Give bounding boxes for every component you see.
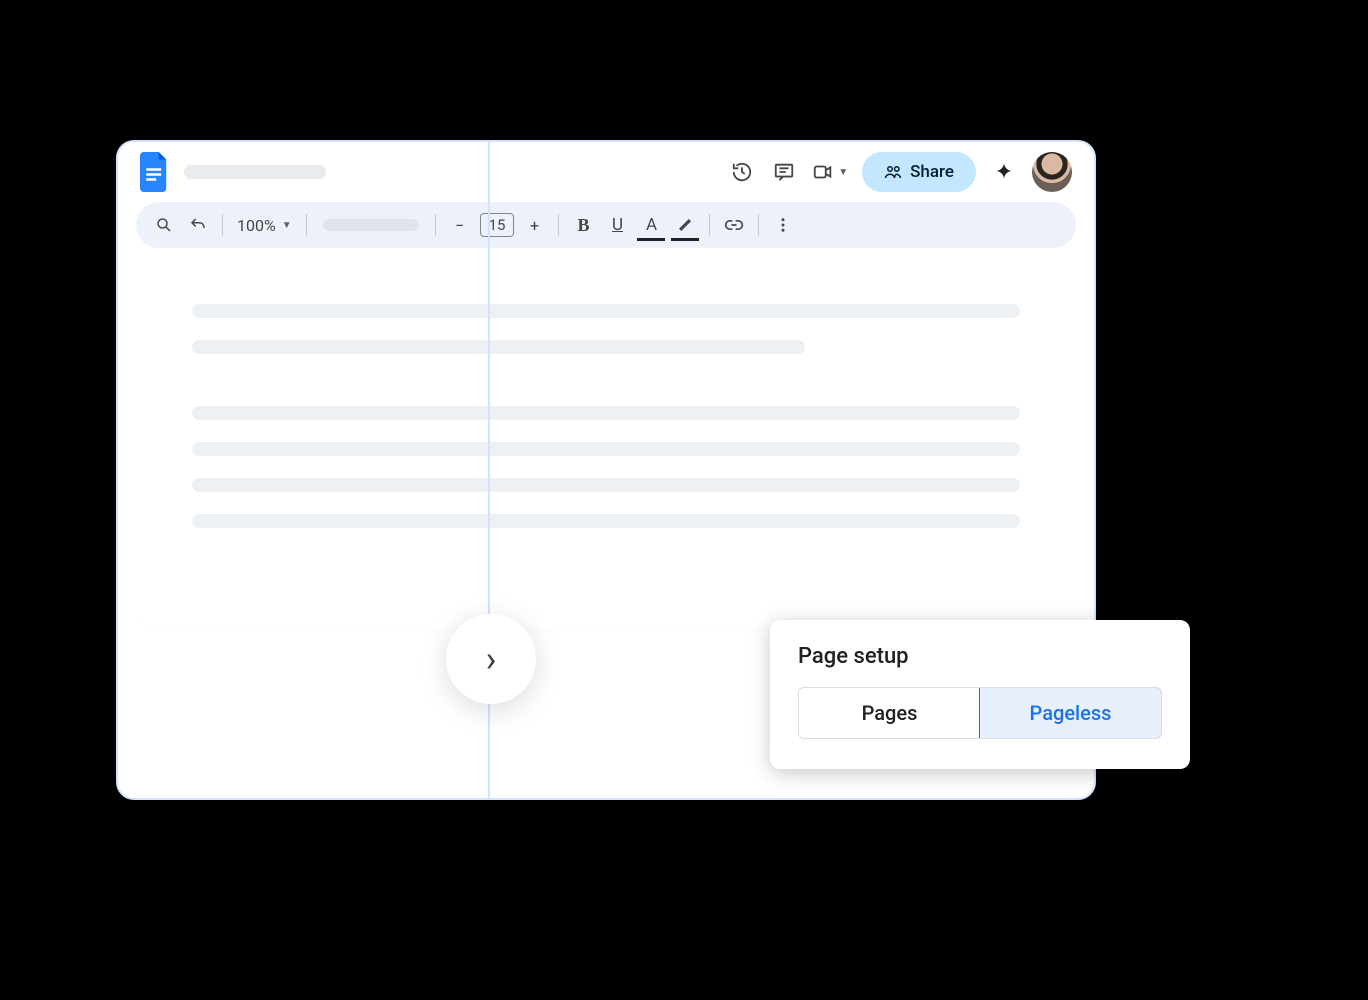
text-placeholder: [192, 340, 805, 354]
share-label: Share: [910, 162, 954, 182]
underline-button[interactable]: U: [603, 211, 631, 239]
highlight-color-button[interactable]: [671, 211, 699, 239]
link-icon[interactable]: [720, 211, 748, 239]
share-button[interactable]: Share: [862, 152, 976, 192]
font-size-increase[interactable]: +: [520, 211, 548, 239]
text-placeholder: [192, 442, 1020, 456]
bold-button[interactable]: B: [569, 211, 597, 239]
zoom-value: 100%: [237, 216, 276, 235]
comment-icon[interactable]: [770, 158, 798, 186]
document-title-placeholder[interactable]: [184, 165, 326, 179]
separator: [222, 214, 223, 236]
pages-option[interactable]: Pages: [799, 688, 980, 738]
document-page[interactable]: [142, 264, 1070, 630]
sparkle-icon[interactable]: ✦: [990, 158, 1018, 186]
search-icon[interactable]: [150, 211, 178, 239]
text-placeholder: [192, 406, 1020, 420]
dropdown-caret-icon: ▼: [282, 220, 292, 231]
separator: [709, 214, 710, 236]
expand-button[interactable]: ›: [446, 614, 536, 704]
more-icon[interactable]: [769, 211, 797, 239]
dropdown-caret-icon: ▼: [838, 167, 848, 178]
toolbar: 100% ▼ − 15 + B U A: [136, 202, 1076, 248]
history-icon[interactable]: [728, 158, 756, 186]
pageless-option[interactable]: Pageless: [979, 687, 1162, 739]
separator: [758, 214, 759, 236]
font-size-decrease[interactable]: −: [446, 211, 474, 239]
top-bar: ▼ Share ✦: [118, 142, 1094, 202]
separator: [558, 214, 559, 236]
separator: [435, 214, 436, 236]
font-select-placeholder[interactable]: [323, 219, 419, 231]
text-placeholder: [192, 304, 1020, 318]
zoom-select[interactable]: 100% ▼: [233, 216, 296, 235]
text-placeholder: [192, 514, 1020, 528]
text-placeholder: [192, 478, 1020, 492]
separator: [306, 214, 307, 236]
meet-button[interactable]: ▼: [812, 161, 848, 183]
page-setup-popup: Page setup Pages Pageless: [770, 620, 1190, 769]
popup-title: Page setup: [798, 644, 1162, 669]
docs-logo: [140, 152, 170, 192]
undo-icon[interactable]: [184, 211, 212, 239]
chevron-right-icon: ›: [486, 638, 497, 680]
user-avatar[interactable]: [1032, 152, 1072, 192]
font-size-input[interactable]: 15: [480, 213, 515, 237]
page-setup-toggle: Pages Pageless: [798, 687, 1162, 739]
text-color-button[interactable]: A: [637, 211, 665, 239]
